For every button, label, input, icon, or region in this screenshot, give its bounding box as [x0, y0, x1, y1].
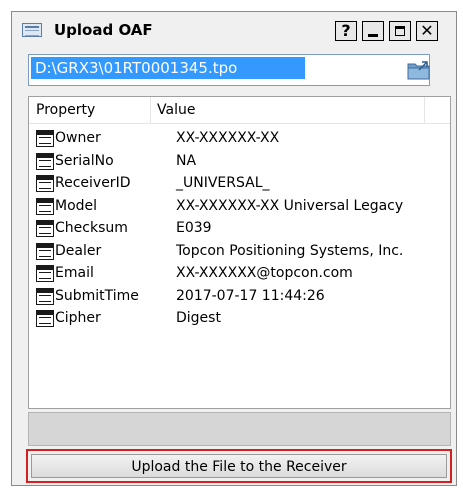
property-name: SerialNo: [55, 152, 114, 169]
browse-folder-button[interactable]: [405, 58, 433, 82]
column-header-value[interactable]: Value: [157, 102, 195, 118]
property-value: 2017-07-17 11:44:26: [176, 287, 325, 304]
upload-button-highlight: Upload the File to the Receiver: [26, 449, 452, 483]
upload-file-button[interactable]: Upload the File to the Receiver: [31, 454, 447, 478]
close-button[interactable]: ✕: [416, 21, 438, 41]
property-name: Cipher: [55, 310, 101, 326]
property-row-checksum[interactable]: Checksum E039: [29, 219, 450, 242]
property-value: Digest: [176, 310, 221, 326]
property-row-cipher[interactable]: Cipher Digest: [29, 309, 450, 332]
property-name: Dealer: [55, 242, 102, 259]
property-icon: [36, 130, 54, 147]
title-bar[interactable]: Upload OAF ? ✕: [12, 12, 456, 48]
help-button[interactable]: ?: [335, 21, 357, 41]
property-row-submittime[interactable]: SubmitTime 2017-07-17 11:44:26: [29, 287, 450, 310]
property-list-header: Property Value: [29, 97, 450, 124]
property-row-owner[interactable]: Owner XX-XXXXXX-XX: [29, 129, 450, 152]
property-icon: [36, 287, 54, 305]
minimize-button[interactable]: [362, 21, 384, 41]
column-divider[interactable]: [150, 97, 151, 123]
property-icon: [36, 152, 54, 170]
property-icon: [36, 175, 54, 192]
property-name: ReceiverID: [55, 175, 131, 191]
property-name: Owner: [55, 130, 101, 146]
property-name: Email: [55, 265, 94, 281]
property-value: XX-XXXXXX-XX Universal Legacy: [176, 197, 404, 214]
property-icon: [36, 197, 54, 215]
upload-oaf-window: Upload OAF ? ✕ D:\GRX3\01RT0001345.tpo P…: [11, 11, 457, 486]
property-value: Topcon Positioning Systems, Inc.: [176, 242, 404, 259]
property-row-model[interactable]: Model XX-XXXXXX-XX Universal Legacy: [29, 197, 450, 220]
property-icon: [36, 310, 54, 327]
column-header-property[interactable]: Property: [36, 102, 95, 118]
property-value: XX-XXXXXX-XX: [176, 130, 280, 146]
open-folder-icon: [407, 61, 430, 80]
property-name: SubmitTime: [55, 287, 139, 304]
app-icon: [22, 23, 42, 37]
maximize-button[interactable]: [389, 21, 411, 41]
column-divider[interactable]: [424, 97, 425, 123]
property-row-receiverid[interactable]: ReceiverID _UNIVERSAL_: [29, 174, 450, 197]
property-value: NA: [176, 152, 197, 169]
window-title: Upload OAF: [54, 21, 153, 39]
upload-progress-bar: [28, 412, 451, 446]
property-icon: [36, 220, 54, 237]
property-icon: [36, 242, 54, 260]
property-value: _UNIVERSAL_: [176, 175, 270, 191]
property-name: Model: [55, 197, 98, 214]
file-path-input[interactable]: D:\GRX3\01RT0001345.tpo: [31, 57, 305, 79]
property-rows: Owner XX-XXXXXX-XX SerialNo NA ReceiverI…: [29, 129, 450, 332]
property-row-dealer[interactable]: Dealer Topcon Positioning Systems, Inc.: [29, 242, 450, 265]
property-row-serialno[interactable]: SerialNo NA: [29, 152, 450, 175]
property-list[interactable]: Property Value Owner XX-XXXXXX-XX Serial…: [28, 96, 451, 409]
property-name: Checksum: [55, 220, 128, 236]
property-value: E039: [176, 220, 212, 236]
property-row-email[interactable]: Email XX-XXXXXX@topcon.com: [29, 264, 450, 287]
property-icon: [36, 265, 54, 282]
file-path-row: D:\GRX3\01RT0001345.tpo: [28, 54, 430, 86]
property-value: XX-XXXXXX@topcon.com: [176, 265, 353, 281]
